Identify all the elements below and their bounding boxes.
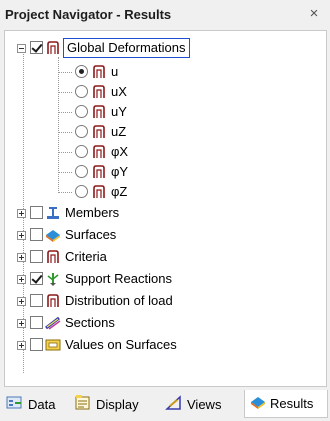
result-item-phiy[interactable]: φY bbox=[5, 162, 326, 182]
support-icon bbox=[45, 271, 61, 287]
tree-node-values-on-surfaces[interactable]: Values on Surfaces bbox=[5, 335, 326, 355]
global-deformations-checkbox[interactable] bbox=[30, 41, 43, 54]
result-radio[interactable] bbox=[75, 85, 88, 98]
tab-label: Data bbox=[28, 396, 56, 412]
result-item-u[interactable]: u bbox=[5, 62, 326, 82]
expand-icon[interactable] bbox=[17, 253, 26, 262]
tree-node-members[interactable]: Members bbox=[5, 203, 326, 223]
values-icon bbox=[45, 337, 61, 353]
tab-label: Views bbox=[187, 396, 222, 412]
tree-node-label[interactable]: Global Deformations bbox=[63, 38, 190, 58]
tab-views[interactable]: Views bbox=[165, 390, 221, 418]
tab-label: Display bbox=[96, 396, 139, 412]
result-radio[interactable] bbox=[75, 145, 88, 158]
navigator-tabs: Data Display Views Results bbox=[0, 388, 330, 421]
result-label: u bbox=[111, 64, 119, 79]
result-radio[interactable] bbox=[75, 125, 88, 138]
results-icon bbox=[250, 394, 266, 413]
section-icon bbox=[45, 315, 61, 331]
support-reactions-checkbox[interactable] bbox=[30, 272, 43, 285]
tree-node-label: Members bbox=[65, 205, 120, 220]
sections-checkbox[interactable] bbox=[30, 316, 43, 329]
tree-node-distribution-of-load[interactable]: Distribution of load bbox=[5, 291, 326, 311]
views-icon bbox=[165, 394, 183, 415]
tree-node-criteria[interactable]: Criteria bbox=[5, 247, 326, 267]
result-item-phiz[interactable]: φZ bbox=[5, 182, 326, 202]
result-label: φX bbox=[111, 144, 129, 159]
display-icon bbox=[74, 394, 92, 415]
panel-titlebar: Project Navigator - Results × bbox=[0, 0, 330, 30]
expand-icon[interactable] bbox=[17, 341, 26, 350]
result-item-phix[interactable]: φX bbox=[5, 142, 326, 162]
panel-title: Project Navigator - Results bbox=[5, 7, 172, 22]
tab-results[interactable]: Results bbox=[244, 390, 328, 418]
result-label: φZ bbox=[111, 184, 128, 199]
result-label: φY bbox=[111, 164, 129, 179]
tree-node-sections[interactable]: Sections bbox=[5, 313, 326, 333]
tree-node-label: Distribution of load bbox=[65, 293, 173, 308]
tree-node-support-reactions[interactable]: Support Reactions bbox=[5, 269, 326, 289]
expand-icon[interactable] bbox=[17, 231, 26, 240]
members-checkbox[interactable] bbox=[30, 206, 43, 219]
result-item-ux[interactable]: uX bbox=[5, 82, 326, 102]
frame-icon bbox=[91, 124, 107, 140]
result-item-uz[interactable]: uZ bbox=[5, 122, 326, 142]
tab-label: Results bbox=[270, 396, 314, 411]
result-radio[interactable] bbox=[75, 65, 88, 78]
distribution-of-load-checkbox[interactable] bbox=[30, 294, 43, 307]
data-icon bbox=[6, 394, 24, 415]
tree-node-label: Values on Surfaces bbox=[65, 337, 177, 352]
tree-node-label: Support Reactions bbox=[65, 271, 172, 286]
project-navigator-panel: Project Navigator - Results × Global Def… bbox=[0, 0, 330, 421]
close-icon[interactable]: × bbox=[306, 6, 322, 22]
values-on-surfaces-checkbox[interactable] bbox=[30, 338, 43, 351]
criteria-icon bbox=[45, 249, 61, 265]
frame-icon bbox=[91, 144, 107, 160]
result-item-uy[interactable]: uY bbox=[5, 102, 326, 122]
frame-icon bbox=[91, 184, 107, 200]
surfaces-checkbox[interactable] bbox=[30, 228, 43, 241]
criteria-icon bbox=[45, 293, 61, 309]
frame-icon bbox=[45, 40, 61, 56]
frame-icon bbox=[91, 84, 107, 100]
result-label: uY bbox=[111, 104, 127, 119]
collapse-icon[interactable] bbox=[17, 44, 26, 53]
tab-display[interactable]: Display bbox=[74, 390, 139, 418]
expand-icon[interactable] bbox=[17, 319, 26, 328]
tree-node-label: Sections bbox=[65, 315, 115, 330]
tree-node-surfaces[interactable]: Surfaces bbox=[5, 225, 326, 245]
result-radio[interactable] bbox=[75, 105, 88, 118]
result-label: uZ bbox=[111, 124, 127, 139]
frame-icon bbox=[91, 164, 107, 180]
expand-icon[interactable] bbox=[17, 297, 26, 306]
result-radio[interactable] bbox=[75, 165, 88, 178]
frame-icon bbox=[91, 64, 107, 80]
result-radio[interactable] bbox=[75, 185, 88, 198]
tree-node-label: Criteria bbox=[65, 249, 107, 264]
expand-icon[interactable] bbox=[17, 209, 26, 218]
tree-node-global-deformations[interactable]: Global Deformations bbox=[5, 38, 326, 58]
frame-icon bbox=[91, 104, 107, 120]
member-icon bbox=[45, 205, 61, 221]
expand-icon[interactable] bbox=[17, 275, 26, 284]
tab-data[interactable]: Data bbox=[6, 390, 55, 418]
tree-node-label: Surfaces bbox=[65, 227, 117, 242]
result-label: uX bbox=[111, 84, 127, 99]
surface-icon bbox=[45, 227, 61, 243]
criteria-checkbox[interactable] bbox=[30, 250, 43, 263]
results-tree[interactable]: Global Deformations u uX uY uZ φX φY φZ … bbox=[4, 30, 327, 387]
